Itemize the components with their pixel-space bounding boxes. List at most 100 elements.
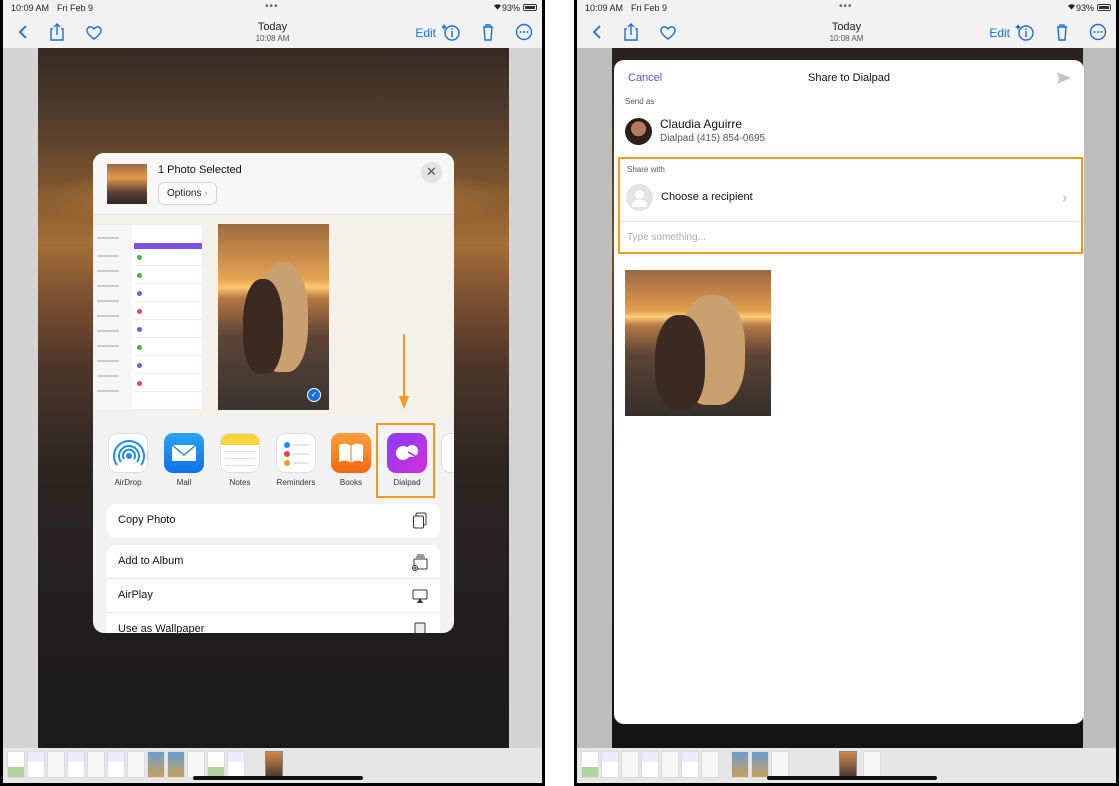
add-to-album-action[interactable]: Add to Album: [107, 545, 440, 579]
strip-thumb[interactable]: [147, 751, 165, 778]
status-date: Fri Feb 9: [57, 3, 94, 13]
selected-photo-preview[interactable]: ✓: [218, 224, 329, 410]
multitasking-dots-icon[interactable]: •••: [265, 1, 279, 12]
user-name: Claudia Aguirre: [660, 117, 743, 131]
airplay-action[interactable]: AirPlay: [107, 579, 440, 613]
right-margin: [1083, 48, 1116, 748]
share-with-section: Share with Choose a recipient › Type som…: [618, 157, 1083, 254]
person-icon: [626, 184, 653, 211]
status-date: Fri Feb 9: [631, 3, 668, 13]
battery-icon: [523, 4, 537, 11]
down-arrow-icon: [399, 334, 409, 409]
strip-thumb[interactable]: [621, 751, 639, 778]
photos-nav-bar: Today 10:08 AM Edit: [577, 16, 1116, 48]
multitasking-dots-icon[interactable]: •••: [839, 1, 853, 12]
more-icon[interactable]: [1087, 22, 1109, 42]
dialpad-share-screen: 10:09 AM Fri Feb 9 ••• 93% Today 10:08 A…: [577, 0, 1116, 783]
use-as-wallpaper-action[interactable]: Use as Wallpaper: [107, 613, 440, 633]
close-icon[interactable]: ✕: [421, 162, 442, 183]
status-time: 10:09 AM: [11, 3, 50, 13]
airdrop-icon: [108, 433, 148, 473]
photos-screen: 10:09 AM Fri Feb 9 ••• 93% Today 10:08 A…: [3, 0, 542, 783]
strip-thumb[interactable]: [641, 751, 659, 778]
copy-icon: [413, 512, 427, 529]
copy-photo-action[interactable]: Copy Photo: [107, 504, 440, 538]
reminders-icon: [276, 433, 316, 473]
strip-thumb[interactable]: [207, 751, 225, 778]
strip-thumb-selected[interactable]: [839, 751, 857, 778]
send-as-label: Send as: [625, 97, 655, 106]
strip-thumb[interactable]: [661, 751, 679, 778]
send-icon[interactable]: [1056, 71, 1072, 85]
edit-button[interactable]: Edit: [415, 26, 436, 40]
selected-photo-thumbnail: [107, 164, 147, 204]
info-sparkle-icon[interactable]: [1014, 22, 1036, 42]
action-label: Copy Photo: [118, 514, 176, 526]
strip-thumb[interactable]: [601, 751, 619, 778]
app-label: Reminders: [276, 478, 316, 487]
status-bar: 10:09 AM Fri Feb 9 ••• 93%: [577, 0, 1116, 16]
trash-icon[interactable]: [477, 22, 499, 42]
recipient-placeholder: Choose a recipient: [661, 191, 753, 203]
selected-count: 1 Photo Selected: [158, 164, 242, 176]
status-time: 10:09 AM: [585, 3, 624, 13]
home-indicator[interactable]: [193, 776, 363, 780]
user-number: Dialpad (415) 854-0695: [660, 133, 766, 144]
strip-thumb[interactable]: [167, 751, 185, 778]
strip-thumb[interactable]: [67, 751, 85, 778]
action-label: Use as Wallpaper: [118, 623, 205, 633]
app-notes[interactable]: Notes: [218, 433, 262, 487]
strip-thumb[interactable]: [87, 751, 105, 778]
strip-thumb[interactable]: [187, 751, 205, 778]
strip-thumb[interactable]: [47, 751, 65, 778]
strip-thumb[interactable]: [227, 751, 245, 778]
avatar: [625, 118, 652, 145]
app-label: Mail: [176, 478, 192, 487]
strip-thumb[interactable]: [107, 751, 125, 778]
strip-thumb-selected[interactable]: [265, 751, 283, 778]
app-mail[interactable]: Mail: [162, 433, 206, 487]
app-more-partial[interactable]: [441, 433, 454, 473]
share-with-label: Share with: [627, 165, 665, 174]
strip-thumb[interactable]: [731, 751, 749, 778]
action-label: AirPlay: [118, 589, 153, 601]
books-icon: [331, 433, 371, 473]
wifi-icon: [494, 4, 501, 10]
divider: [620, 221, 1081, 222]
strip-thumb[interactable]: [581, 751, 599, 778]
message-input[interactable]: Type something...: [627, 232, 706, 243]
strip-thumb[interactable]: [863, 751, 881, 778]
battery-percent: 93%: [1075, 3, 1094, 13]
info-sparkle-icon[interactable]: [440, 22, 462, 42]
app-books[interactable]: Books: [329, 433, 373, 487]
strip-thumb[interactable]: [7, 751, 25, 778]
share-sheet-header: 1 Photo Selected Options › ✕: [93, 153, 454, 215]
options-label: Options: [167, 188, 202, 199]
strip-thumb[interactable]: [701, 751, 719, 778]
home-indicator[interactable]: [767, 776, 937, 780]
app-airdrop[interactable]: AirDrop: [106, 433, 150, 487]
app-label: AirDrop: [114, 478, 142, 487]
trash-icon[interactable]: [1051, 22, 1073, 42]
battery-icon: [1097, 4, 1111, 11]
edit-button[interactable]: Edit: [989, 26, 1010, 40]
left-margin: [3, 48, 38, 748]
strip-thumb[interactable]: [771, 751, 789, 778]
more-icon[interactable]: [513, 22, 535, 42]
screenshot-preview[interactable]: [93, 224, 203, 410]
app-label: Books: [339, 478, 363, 487]
options-button[interactable]: Options ›: [158, 182, 217, 205]
app-reminders[interactable]: Reminders: [274, 433, 318, 487]
strip-thumb[interactable]: [127, 751, 145, 778]
attached-photo[interactable]: [625, 270, 771, 416]
strip-thumb[interactable]: [27, 751, 45, 778]
add-album-icon: [412, 554, 428, 571]
strip-thumb[interactable]: [681, 751, 699, 778]
dialpad-highlight-box: [376, 423, 435, 498]
battery-percent: 93%: [501, 3, 520, 13]
chevron-right-icon: ›: [1062, 189, 1067, 205]
strip-thumb[interactable]: [751, 751, 769, 778]
modal-title: Share to Dialpad: [808, 72, 890, 84]
status-bar: 10:09 AM Fri Feb 9 ••• 93%: [3, 0, 542, 16]
photos-nav-bar: Today 10:08 AM Edit: [3, 16, 542, 48]
